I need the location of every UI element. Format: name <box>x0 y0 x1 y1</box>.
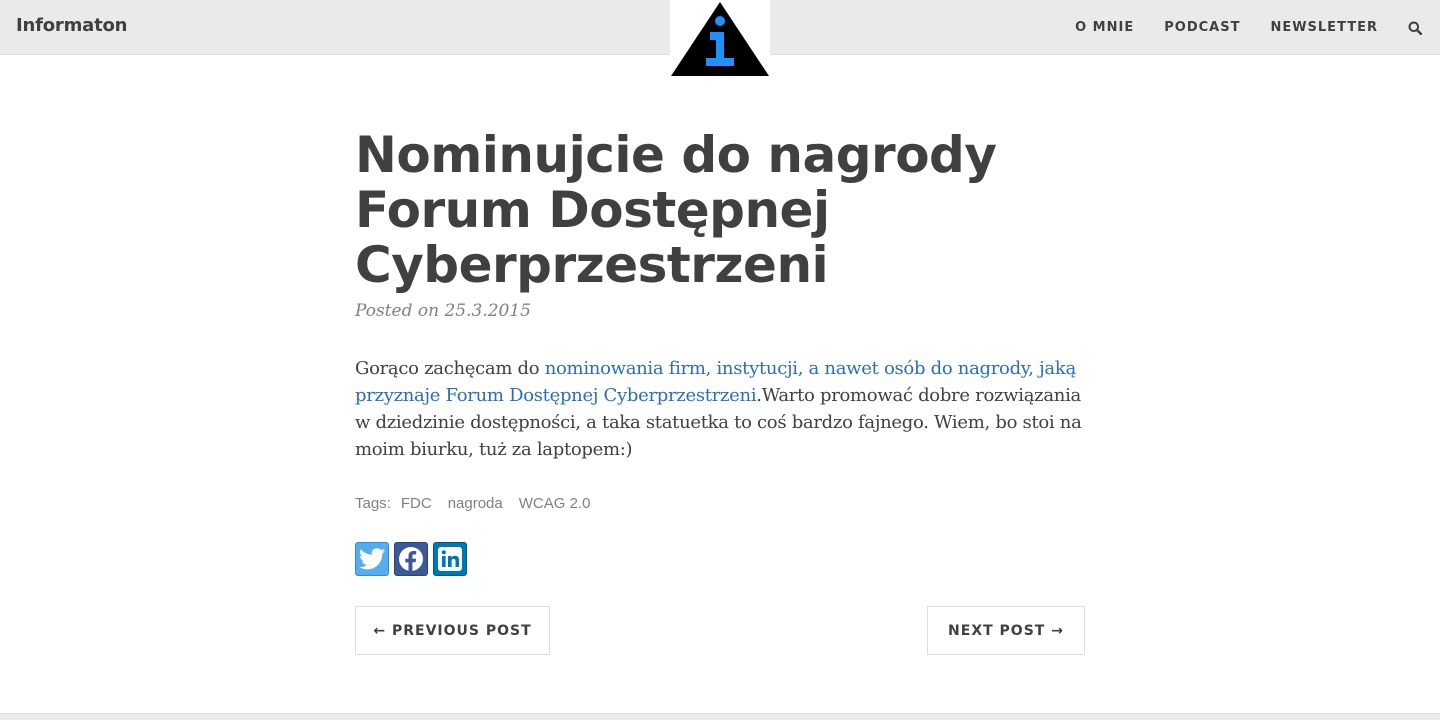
pager: ← PREVIOUS POST NEXT POST → <box>355 606 1085 655</box>
footer <box>0 713 1440 720</box>
brand-link[interactable]: Informaton <box>16 15 127 36</box>
share-facebook-button[interactable] <box>394 542 428 576</box>
tag-nagroda[interactable]: nagroda <box>448 495 503 512</box>
nav-link-o-mnie[interactable]: O MNIE <box>1075 20 1134 35</box>
tags-label: Tags: <box>355 495 391 512</box>
share-buttons <box>355 542 1085 576</box>
previous-post-button[interactable]: ← PREVIOUS POST <box>355 606 550 655</box>
facebook-icon <box>399 547 423 572</box>
post-meta: Posted on 25.3.2015 <box>355 301 531 321</box>
share-linkedin-button[interactable] <box>433 542 467 576</box>
article: Nominujcie do nagrody Forum Dostępnej Cy… <box>355 128 1085 655</box>
post-title: Nominujcie do nagrody Forum Dostępnej Cy… <box>355 126 997 294</box>
tags: Tags: FDC nagroda WCAG 2.0 <box>355 495 1085 512</box>
twitter-icon <box>359 548 385 570</box>
info-triangle-icon <box>671 2 769 76</box>
logo[interactable] <box>670 0 770 78</box>
nav-link-newsletter[interactable]: NEWSLETTER <box>1270 20 1378 35</box>
post-body-intro: Gorąco zachęcam do <box>355 358 545 379</box>
tag-wcag[interactable]: WCAG 2.0 <box>519 495 591 512</box>
share-twitter-button[interactable] <box>355 542 389 576</box>
search-icon[interactable] <box>1408 20 1424 36</box>
nav-link-podcast[interactable]: PODCAST <box>1164 20 1240 35</box>
post-body: Gorąco zachęcam do nominowania firm, ins… <box>355 355 1085 463</box>
tag-fdc[interactable]: FDC <box>401 495 432 512</box>
next-post-button[interactable]: NEXT POST → <box>927 606 1085 655</box>
linkedin-icon <box>438 547 462 571</box>
nav-links: O MNIE PODCAST NEWSLETTER <box>1075 0 1440 55</box>
